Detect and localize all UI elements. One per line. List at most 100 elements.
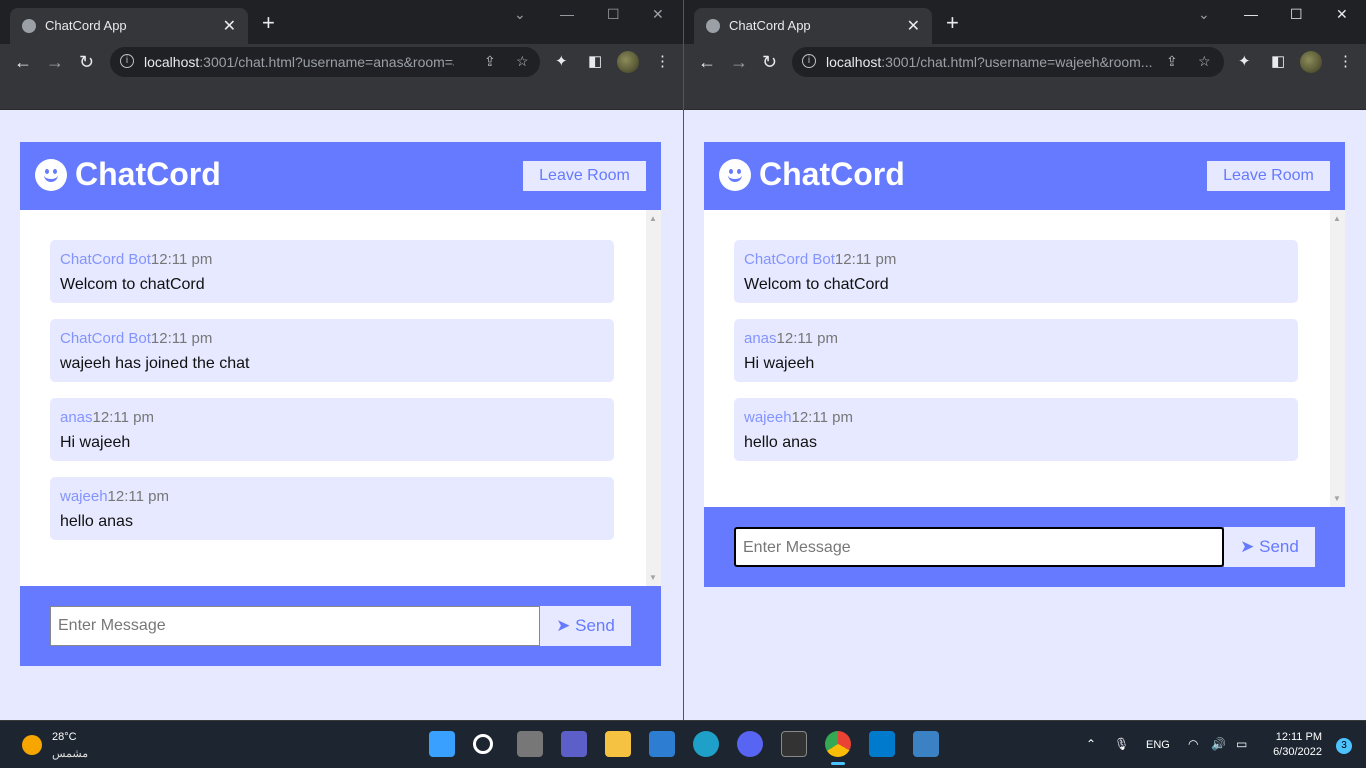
message: ChatCord Bot12:11 pm Welcom to chatCord [734,240,1298,303]
clock[interactable]: 12:11 PM 6/30/2022 [1273,730,1322,760]
extensions-icon[interactable]: ✦ [555,52,568,70]
messages-panel[interactable]: ChatCord Bot12:11 pm Welcom to chatCord … [20,210,661,586]
menu-icon[interactable]: ⋮ [1338,52,1353,70]
share-icon[interactable]: ⇪ [484,53,496,70]
send-button[interactable]: ➤ Send [540,606,631,646]
globe-icon [706,19,720,33]
share-icon[interactable]: ⇪ [1166,53,1178,70]
notification-badge[interactable]: 3 [1336,738,1352,754]
close-window-button[interactable]: ✕ [1336,6,1348,23]
avatar[interactable] [617,51,639,73]
chat-form: Enter Message ➤ Send [20,586,661,666]
message-user: wajeeh [744,409,792,426]
info-icon[interactable]: i [802,54,816,68]
tab-strip: ChatCord App ✕ + ⌄ — ☐ ✕ [0,0,683,44]
weather-desc[interactable]: مشمس [52,747,88,760]
chevron-down-icon[interactable]: ⌄ [1198,6,1210,23]
paper-plane-icon: ➤ [1240,537,1260,556]
battery-icon[interactable]: ▭ [1236,737,1247,751]
send-button[interactable]: ➤ Send [1224,527,1315,567]
logo: ChatCord [35,156,221,193]
address-bar[interactable]: i localhost:3001/chat.html?username=waje… [792,47,1224,77]
message: anas12:11 pm Hi wajeeh [50,398,614,461]
new-tab-button[interactable]: + [262,12,275,34]
maximize-button[interactable]: ☐ [1290,6,1303,23]
message-text: hello anas [60,513,133,530]
message: anas12:11 pm Hi wajeeh [734,319,1298,382]
tab-title: ChatCord App [729,18,811,33]
chrome-icon[interactable] [825,731,851,765]
forward-button[interactable]: → [730,52,748,73]
terminal-icon[interactable] [781,731,807,757]
discord-icon[interactable] [737,731,763,757]
star-icon[interactable]: ☆ [516,53,529,70]
message-time: 12:11 pm [107,488,169,505]
star-icon[interactable]: ☆ [1198,53,1211,70]
message-text: Hi wajeeh [744,355,815,372]
globe-icon [22,19,36,33]
messages-panel[interactable]: ChatCord Bot12:11 pm Welcom to chatCord … [704,210,1345,507]
photos-icon[interactable] [913,731,939,757]
taskbar: 28°C مشمس ⌃ 🎙 ENG ◠ 🔊 ▭ 12:11 PM 6/30/20… [0,720,1366,768]
side-panel-icon[interactable]: ◧ [1271,52,1285,70]
maximize-button[interactable]: ☐ [607,6,620,23]
message-user: ChatCord Bot [60,330,151,347]
address-bar[interactable]: i localhost:3001/chat.html?username=anas… [110,47,540,77]
clock-time: 12:11 PM [1275,731,1322,743]
minimize-button[interactable]: — [560,6,574,22]
reload-button[interactable]: ↻ [79,52,94,73]
message-time: 12:11 pm [92,409,154,426]
forward-button[interactable]: → [46,52,64,73]
browser-tab[interactable]: ChatCord App ✕ [10,8,248,44]
message: wajeeh12:11 pm hello anas [50,477,614,540]
side-panel-icon[interactable]: ◧ [588,52,602,70]
message-input[interactable]: Enter Message [734,527,1224,567]
url-path: :3001/chat.html?username=anas&room=J... [199,54,454,70]
chat-icon[interactable] [561,731,587,757]
smile-icon [35,158,67,191]
file-explorer-icon[interactable] [605,731,631,757]
message-user: anas [60,409,93,426]
back-button[interactable]: ← [698,52,716,73]
language-indicator[interactable]: ENG [1146,739,1170,751]
browser-toolbar: ← → ↻ i localhost:3001/chat.html?usernam… [0,44,683,110]
message-user: wajeeh [60,488,108,505]
url-path: :3001/chat.html?username=wajeeh&room... [881,54,1153,70]
search-icon[interactable] [473,734,493,754]
close-window-button[interactable]: ✕ [652,6,664,23]
wifi-icon[interactable]: ◠ [1188,737,1198,751]
vscode-icon[interactable] [869,731,895,757]
sun-icon[interactable] [22,735,42,755]
message: ChatCord Bot12:11 pm wajeeh has joined t… [50,319,614,382]
back-button[interactable]: ← [14,52,32,73]
logo: ChatCord [719,156,905,193]
browser-window-left: ChatCord App ✕ + ⌄ — ☐ ✕ ← → ↻ i localho… [0,0,683,720]
extensions-icon[interactable]: ✦ [1238,52,1251,70]
scrollbar[interactable]: ▲ ▼ [646,210,661,586]
start-icon[interactable] [429,731,455,757]
microphone-icon[interactable]: 🎙 [1114,737,1129,751]
weather-temp[interactable]: 28°C [52,731,77,743]
leave-room-button[interactable]: Leave Room [1207,161,1330,191]
minimize-button[interactable]: — [1244,6,1258,22]
info-icon[interactable]: i [120,54,134,68]
menu-icon[interactable]: ⋮ [655,52,670,70]
store-icon[interactable] [649,731,675,757]
scrollbar[interactable]: ▲ ▼ [1330,210,1345,507]
browser-tab[interactable]: ChatCord App ✕ [694,8,932,44]
url-host: localhost [826,54,882,70]
reload-button[interactable]: ↻ [762,52,777,73]
close-tab-icon[interactable]: ✕ [907,16,920,36]
volume-icon[interactable]: 🔊 [1211,737,1226,751]
message-text: Welcom to chatCord [744,276,889,293]
message-input[interactable]: Enter Message [50,606,540,646]
chevron-down-icon[interactable]: ⌄ [514,6,526,23]
close-tab-icon[interactable]: ✕ [223,16,236,36]
edge-icon[interactable] [693,731,719,757]
message-user: ChatCord Bot [60,251,151,268]
new-tab-button[interactable]: + [946,12,959,34]
leave-room-button[interactable]: Leave Room [523,161,646,191]
task-view-icon[interactable] [517,731,543,757]
avatar[interactable] [1300,51,1322,73]
chevron-up-icon[interactable]: ⌃ [1086,737,1096,751]
